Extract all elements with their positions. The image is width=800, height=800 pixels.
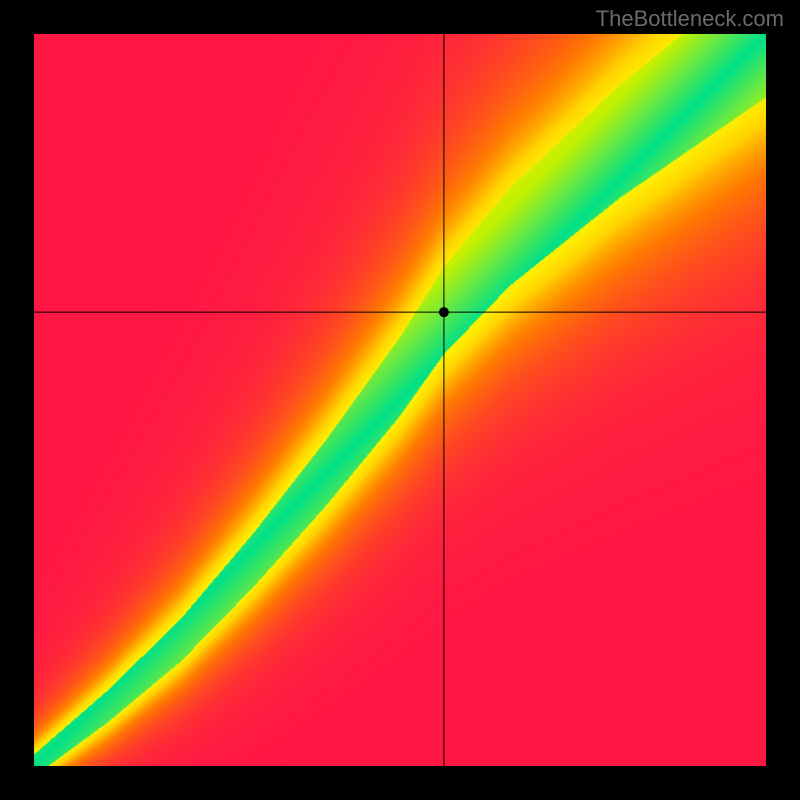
chart-container: TheBottleneck.com (0, 0, 800, 800)
plot-area (34, 34, 766, 766)
heatmap-canvas (34, 34, 766, 766)
watermark-text: TheBottleneck.com (596, 6, 784, 32)
